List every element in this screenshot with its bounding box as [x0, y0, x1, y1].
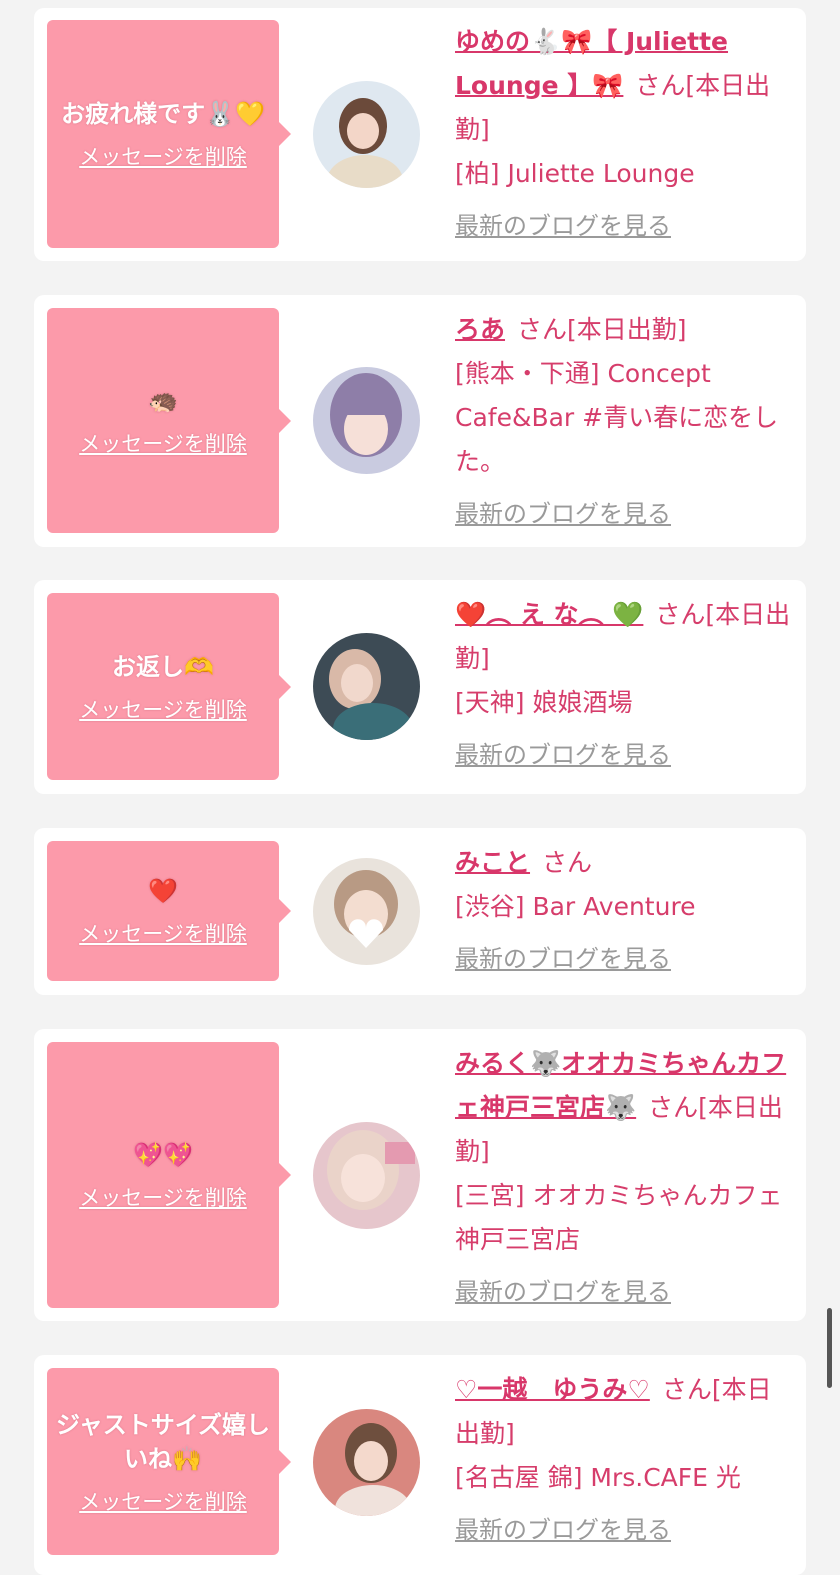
message-bubble: ジャストサイズ嬉しいね🙌 メッセージを削除: [47, 1368, 291, 1555]
latest-blog-link[interactable]: 最新のブログを見る: [455, 733, 793, 777]
user-info: みこと さん [渋谷] Bar Aventure 最新のブログを見る: [455, 841, 793, 981]
shop-text: [三宮] オオカミちゃんカフェ神戸三宮店: [455, 1181, 783, 1254]
avatar-photo-icon: [313, 858, 420, 965]
message-text: 🦔: [148, 386, 178, 415]
message-card: ❤️ メッセージを削除 みこと さん [渋谷] Bar Aventure 最新のブ…: [34, 828, 806, 995]
shop-text: [天神] 娘娘酒場: [455, 688, 633, 717]
latest-blog-link[interactable]: 最新のブログを見る: [455, 492, 793, 536]
delete-message-link[interactable]: メッセージを削除: [79, 918, 247, 948]
shop-text: [熊本・下通] Concept Cafe&Bar #青い春に恋をした。: [455, 359, 779, 476]
latest-blog-link[interactable]: 最新のブログを見る: [455, 1270, 793, 1314]
message-card: ジャストサイズ嬉しいね🙌 メッセージを削除 ♡一越 ゆうみ♡ さん[本日出勤] […: [34, 1355, 806, 1575]
delete-message-link[interactable]: メッセージを削除: [79, 141, 247, 171]
user-info: みるく🐺オオカミちゃんカフェ神戸三宮店🐺 さん[本日出勤] [三宮] オオカミちゃ…: [455, 1042, 793, 1314]
user-info: ゆめの🐇🎀【 Juliette Lounge 】🎀 さん[本日出勤] [柏] Ju…: [455, 20, 793, 248]
san-suffix: さん: [542, 848, 593, 877]
user-info: ろあ さん[本日出勤] [熊本・下通] Concept Cafe&Bar #青い春…: [455, 308, 793, 536]
avatar[interactable]: [313, 367, 420, 474]
user-info: ❤️︵ え な︵ 💚 さん[本日出勤] [天神] 娘娘酒場 最新のブログを見る: [455, 593, 793, 777]
shop-text: [名古屋 錦] Mrs.CAFE 光: [455, 1463, 741, 1492]
avatar-photo-icon: [313, 1409, 420, 1516]
san-suffix: さん: [635, 71, 686, 100]
avatar[interactable]: [313, 1122, 420, 1229]
avatar[interactable]: [313, 81, 420, 188]
message-text: お疲れ様です🐰💛: [61, 100, 265, 128]
avatar[interactable]: [313, 633, 420, 740]
san-suffix: さん: [661, 1375, 712, 1404]
delete-message-link[interactable]: メッセージを削除: [79, 1486, 247, 1516]
latest-blog-link[interactable]: 最新のブログを見る: [455, 1508, 793, 1552]
san-suffix: さん: [517, 315, 568, 344]
avatar-photo-icon: [313, 633, 420, 740]
latest-blog-link[interactable]: 最新のブログを見る: [455, 937, 793, 981]
latest-blog-link[interactable]: 最新のブログを見る: [455, 204, 793, 248]
user-name-link[interactable]: ❤️︵ え な︵ 💚: [455, 600, 643, 629]
avatar[interactable]: [313, 1409, 420, 1516]
avatar-photo-icon: [313, 1122, 420, 1229]
message-card: 💖💖 メッセージを削除 みるく🐺オオカミちゃんカフェ神戸三宮店🐺 さん[本日出勤]…: [34, 1029, 806, 1321]
avatar-photo-icon: [313, 81, 420, 188]
user-name-link[interactable]: ♡一越 ゆうみ♡: [455, 1375, 650, 1404]
avatar-photo-icon: [313, 367, 420, 474]
message-bubble: 🦔 メッセージを削除: [47, 308, 291, 533]
scrollbar[interactable]: [827, 1308, 832, 1388]
shop-text: [柏] Juliette Lounge: [455, 159, 695, 188]
user-name-link[interactable]: ろあ: [455, 315, 505, 344]
message-text: 💖💖: [133, 1141, 193, 1169]
message-bubble: 💖💖 メッセージを削除: [47, 1042, 291, 1308]
message-bubble: お疲れ様です🐰💛 メッセージを削除: [47, 20, 291, 248]
status-text: [本日出勤]: [567, 315, 687, 344]
message-text: ジャストサイズ嬉しいね🙌: [55, 1410, 271, 1473]
message-text: お返し🫶: [112, 652, 214, 681]
message-card: お返し🫶 メッセージを削除 ❤️︵ え な︵ 💚 さん[本日出勤] [天神] 娘娘…: [34, 580, 806, 794]
message-bubble: お返し🫶 メッセージを削除: [47, 593, 291, 780]
san-suffix: さん: [648, 1093, 699, 1122]
san-suffix: さん: [655, 600, 706, 629]
avatar[interactable]: [313, 858, 420, 965]
delete-message-link[interactable]: メッセージを削除: [79, 428, 247, 458]
message-card: お疲れ様です🐰💛 メッセージを削除 ゆめの🐇🎀【 Juliette Lounge…: [34, 8, 806, 261]
delete-message-link[interactable]: メッセージを削除: [79, 1182, 247, 1212]
message-text: ❤️: [148, 877, 178, 905]
user-info: ♡一越 ゆうみ♡ さん[本日出勤] [名古屋 錦] Mrs.CAFE 光 最新のブ…: [455, 1368, 793, 1552]
user-name-link[interactable]: みこと: [455, 848, 530, 877]
delete-message-link[interactable]: メッセージを削除: [79, 694, 247, 724]
shop-text: [渋谷] Bar Aventure: [455, 892, 696, 921]
message-bubble: ❤️ メッセージを削除: [47, 841, 291, 981]
message-card: 🦔 メッセージを削除 ろあ さん[本日出勤] [熊本・下通] Concept Ca…: [34, 295, 806, 547]
